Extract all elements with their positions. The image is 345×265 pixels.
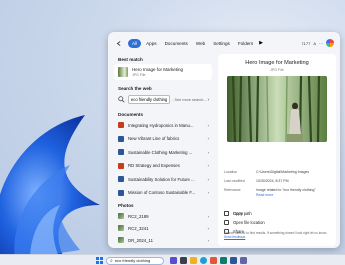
- folder-icon: [224, 220, 229, 225]
- relevance-read-more[interactable]: Read more: [256, 193, 273, 197]
- tab-settings[interactable]: Settings: [210, 39, 233, 48]
- document-icon: [118, 189, 124, 196]
- document-label: New Vibrant Line of fabrics: [128, 136, 180, 141]
- modified-value: 10/30/2024, 8:37 PM: [256, 179, 289, 183]
- word-app-icon[interactable]: [230, 257, 237, 264]
- chevron-right-icon: ›: [207, 149, 210, 155]
- document-icon: [118, 162, 124, 169]
- document-icon: [118, 135, 124, 142]
- chevron-right-icon: ›: [207, 176, 210, 182]
- document-label: RD Strategy and Expenses: [128, 163, 180, 168]
- best-match-title: Hero Image for Marketing: [132, 67, 184, 72]
- chevron-right-icon: ›: [207, 163, 210, 168]
- image-thumbnail: [118, 67, 128, 77]
- taskbar: ⌕ eco friendly clothing: [0, 254, 345, 265]
- search-web-header: Search the web: [118, 86, 152, 91]
- account-initial[interactable]: A: [313, 41, 316, 46]
- search-filter-tabs: All Apps Documents Web Settings Folders …: [108, 32, 340, 54]
- photo-label: RC2_2189: [128, 213, 149, 219]
- tab-folders[interactable]: Folders: [235, 39, 256, 48]
- chevron-right-icon: ›: [207, 97, 210, 102]
- best-match-item[interactable]: Hero Image for Marketing JPG File: [114, 64, 212, 80]
- photo-item[interactable]: RC2_3241 ›: [114, 223, 212, 233]
- back-arrow-icon[interactable]: [114, 38, 124, 48]
- search-icon: ⌕: [110, 257, 113, 264]
- taskbar-search-box[interactable]: ⌕ eco friendly clothing: [106, 256, 164, 265]
- document-item[interactable]: Mission of Contoso Sustainable F... ›: [114, 188, 212, 198]
- chevron-right-icon: ›: [207, 225, 210, 231]
- chevron-right-icon: ›: [207, 122, 210, 128]
- document-label: Sustainability Solution for Future ...: [128, 176, 195, 182]
- copilot-icon[interactable]: [326, 39, 334, 47]
- photo-label: RC2_3241: [128, 225, 149, 231]
- task-view-icon[interactable]: [180, 257, 187, 264]
- edge-browser-icon[interactable]: [200, 257, 207, 264]
- document-item[interactable]: Sustainable Clothing Marketing ... ›: [114, 147, 212, 157]
- photos-header: Photos: [118, 203, 134, 208]
- location-label: Location: [224, 170, 238, 174]
- more-options-icon[interactable]: ···: [319, 41, 323, 46]
- bamboo-forest-photo: [227, 76, 327, 142]
- copy-icon: [224, 211, 229, 216]
- copilot-app-icon[interactable]: [170, 257, 177, 264]
- photo-thumbnail-icon: [118, 213, 124, 219]
- wallpaper-bloom: [0, 115, 100, 254]
- open-file-location-action[interactable]: Open file location: [224, 220, 265, 225]
- modified-label: Last modified: [224, 179, 245, 183]
- teams-app-icon[interactable]: [240, 257, 247, 264]
- document-item[interactable]: Integrating Hydroponics in Manu... ›: [114, 120, 212, 130]
- preview-image[interactable]: [227, 76, 327, 142]
- chevron-right-icon: ›: [207, 136, 210, 141]
- file-explorer-icon[interactable]: [190, 257, 197, 264]
- best-match-header: Best match: [118, 57, 143, 62]
- chevron-right-icon: ›: [207, 213, 210, 219]
- more-tabs-arrow-icon[interactable]: ▶: [259, 40, 263, 46]
- photo-item[interactable]: DR_2024_11 ›: [114, 235, 212, 245]
- photo-thumbnail-icon: [118, 225, 124, 231]
- location-value: C:\Users\Digital\Marketing Images: [256, 170, 310, 174]
- photo-thumbnail-icon: [118, 237, 124, 243]
- photo-label: DR_2024_11: [128, 237, 154, 243]
- search-icon: [118, 96, 125, 103]
- document-label: Sustainable Clothing Marketing ...: [128, 149, 193, 155]
- document-icon: [118, 122, 124, 128]
- documents-header: Documents: [118, 112, 144, 117]
- document-label: Integrating Hydroponics in Manu...: [128, 122, 194, 128]
- document-item[interactable]: RD Strategy and Expenses ›: [114, 161, 212, 171]
- relevance-label: Relevance: [224, 188, 241, 192]
- best-match-type: JPG File: [132, 73, 146, 77]
- document-label: Mission of Contoso Sustainable F...: [128, 190, 196, 195]
- relevance-value: Image related to "eco friendly clothing": [256, 188, 316, 192]
- copy-path-action[interactable]: Copy path: [224, 211, 252, 216]
- preview-pane: Hero Image for Marketing JPG File Locati…: [218, 54, 336, 246]
- web-query-pill: eco friendly clothing: [128, 95, 171, 104]
- tab-bar-extras: 7177 A ···: [301, 39, 340, 47]
- chevron-right-icon: ›: [207, 237, 210, 243]
- tab-all[interactable]: All: [128, 38, 142, 48]
- rewards-points[interactable]: 7177: [301, 41, 310, 46]
- web-search-item[interactable]: eco friendly clothing - See more search.…: [114, 93, 212, 106]
- document-item[interactable]: Sustainability Solution for Future ... ›: [114, 174, 212, 184]
- feedback-footer: Search uses AI to find results. If somet…: [224, 231, 334, 239]
- preview-title: Hero Image for Marketing: [245, 60, 309, 66]
- results-list: Best match Hero Image for Marketing JPG …: [114, 54, 214, 246]
- tab-web[interactable]: Web: [193, 39, 208, 48]
- taskbar-search-text: eco friendly clothing: [114, 258, 151, 263]
- document-icon: [118, 176, 124, 182]
- windows-start-icon[interactable]: [96, 257, 103, 264]
- office-app-icon[interactable]: [210, 257, 217, 264]
- document-icon: [118, 149, 124, 155]
- store-app-icon[interactable]: [220, 257, 227, 264]
- preview-subtitle: JPG File: [270, 68, 284, 72]
- web-see-more: - See more search...: [172, 97, 207, 102]
- copy-path-label: Copy path: [233, 211, 252, 216]
- photo-item[interactable]: RC2_2189 ›: [114, 211, 212, 221]
- document-item[interactable]: New Vibrant Line of fabrics ›: [114, 134, 212, 144]
- tab-documents[interactable]: Documents: [162, 39, 191, 48]
- chevron-right-icon: ›: [207, 190, 210, 195]
- send-feedback-link[interactable]: Send feedback: [224, 235, 245, 239]
- open-file-location-label: Open file location: [233, 220, 265, 225]
- tab-apps[interactable]: Apps: [143, 39, 159, 48]
